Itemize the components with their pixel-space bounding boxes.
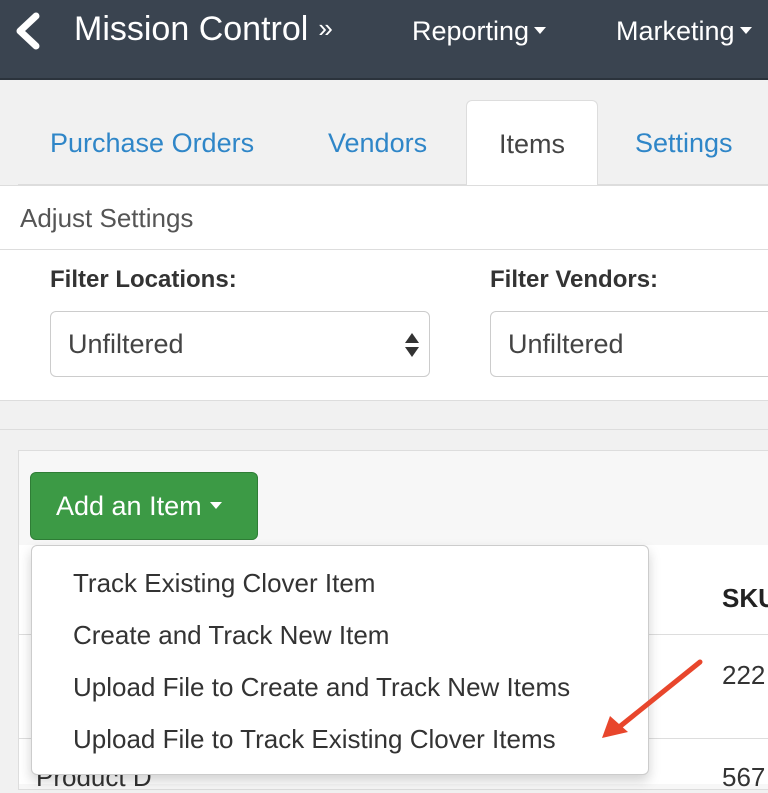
menu-item-create-track-new[interactable]: Create and Track New Item: [73, 620, 389, 651]
select-updown-icon: [405, 331, 419, 359]
filter-locations-value: Unfiltered: [68, 329, 184, 359]
caret-down-icon: [739, 27, 752, 35]
add-item-dropdown-menu: Track Existing Clover Item Create and Tr…: [31, 545, 649, 775]
nav-reporting-label: Reporting: [412, 16, 530, 46]
filter-vendors-label: Filter Vendors:: [490, 266, 659, 293]
top-navbar: Mission Control » Reporting Marketing: [0, 0, 768, 80]
caret-down-icon: [209, 502, 222, 510]
add-item-button[interactable]: Add an Item: [30, 472, 258, 540]
app-title[interactable]: Mission Control »: [74, 10, 333, 49]
tab-items[interactable]: Items: [466, 100, 598, 186]
table-cell-sku: 222: [722, 660, 766, 690]
column-header-sku[interactable]: SKU: [722, 583, 768, 614]
menu-item-track-existing[interactable]: Track Existing Clover Item: [73, 568, 375, 599]
filter-vendors-value: Unfiltered: [508, 329, 624, 359]
filter-vendors-select[interactable]: Unfiltered: [490, 311, 768, 377]
tab-settings[interactable]: Settings: [635, 128, 733, 159]
nav-reporting-menu[interactable]: Reporting: [412, 16, 547, 47]
nav-marketing-menu[interactable]: Marketing: [616, 16, 752, 47]
annotation-arrow-icon: [602, 659, 703, 738]
menu-item-upload-create-new[interactable]: Upload File to Create and Track New Item…: [73, 672, 570, 703]
menu-item-upload-track-existing[interactable]: Upload File to Track Existing Clover Ite…: [73, 724, 556, 755]
filter-locations-select[interactable]: Unfiltered: [50, 311, 430, 377]
title-suffix: »: [318, 13, 333, 43]
nav-marketing-label: Marketing: [616, 16, 735, 46]
add-item-label: Add an Item: [56, 491, 202, 521]
tab-purchase-orders[interactable]: Purchase Orders: [50, 128, 254, 159]
settings-heading: Adjust Settings: [0, 186, 768, 250]
filter-locations-label: Filter Locations:: [50, 266, 237, 293]
tab-items-label: Items: [498, 129, 565, 159]
panel-spacer: [0, 401, 768, 430]
app-title-text: Mission Control: [74, 10, 309, 48]
chevron-left-icon[interactable]: [12, 12, 44, 50]
table-cell-sku: 567: [722, 762, 766, 792]
tab-vendors[interactable]: Vendors: [328, 128, 427, 159]
caret-down-icon: [534, 27, 547, 35]
